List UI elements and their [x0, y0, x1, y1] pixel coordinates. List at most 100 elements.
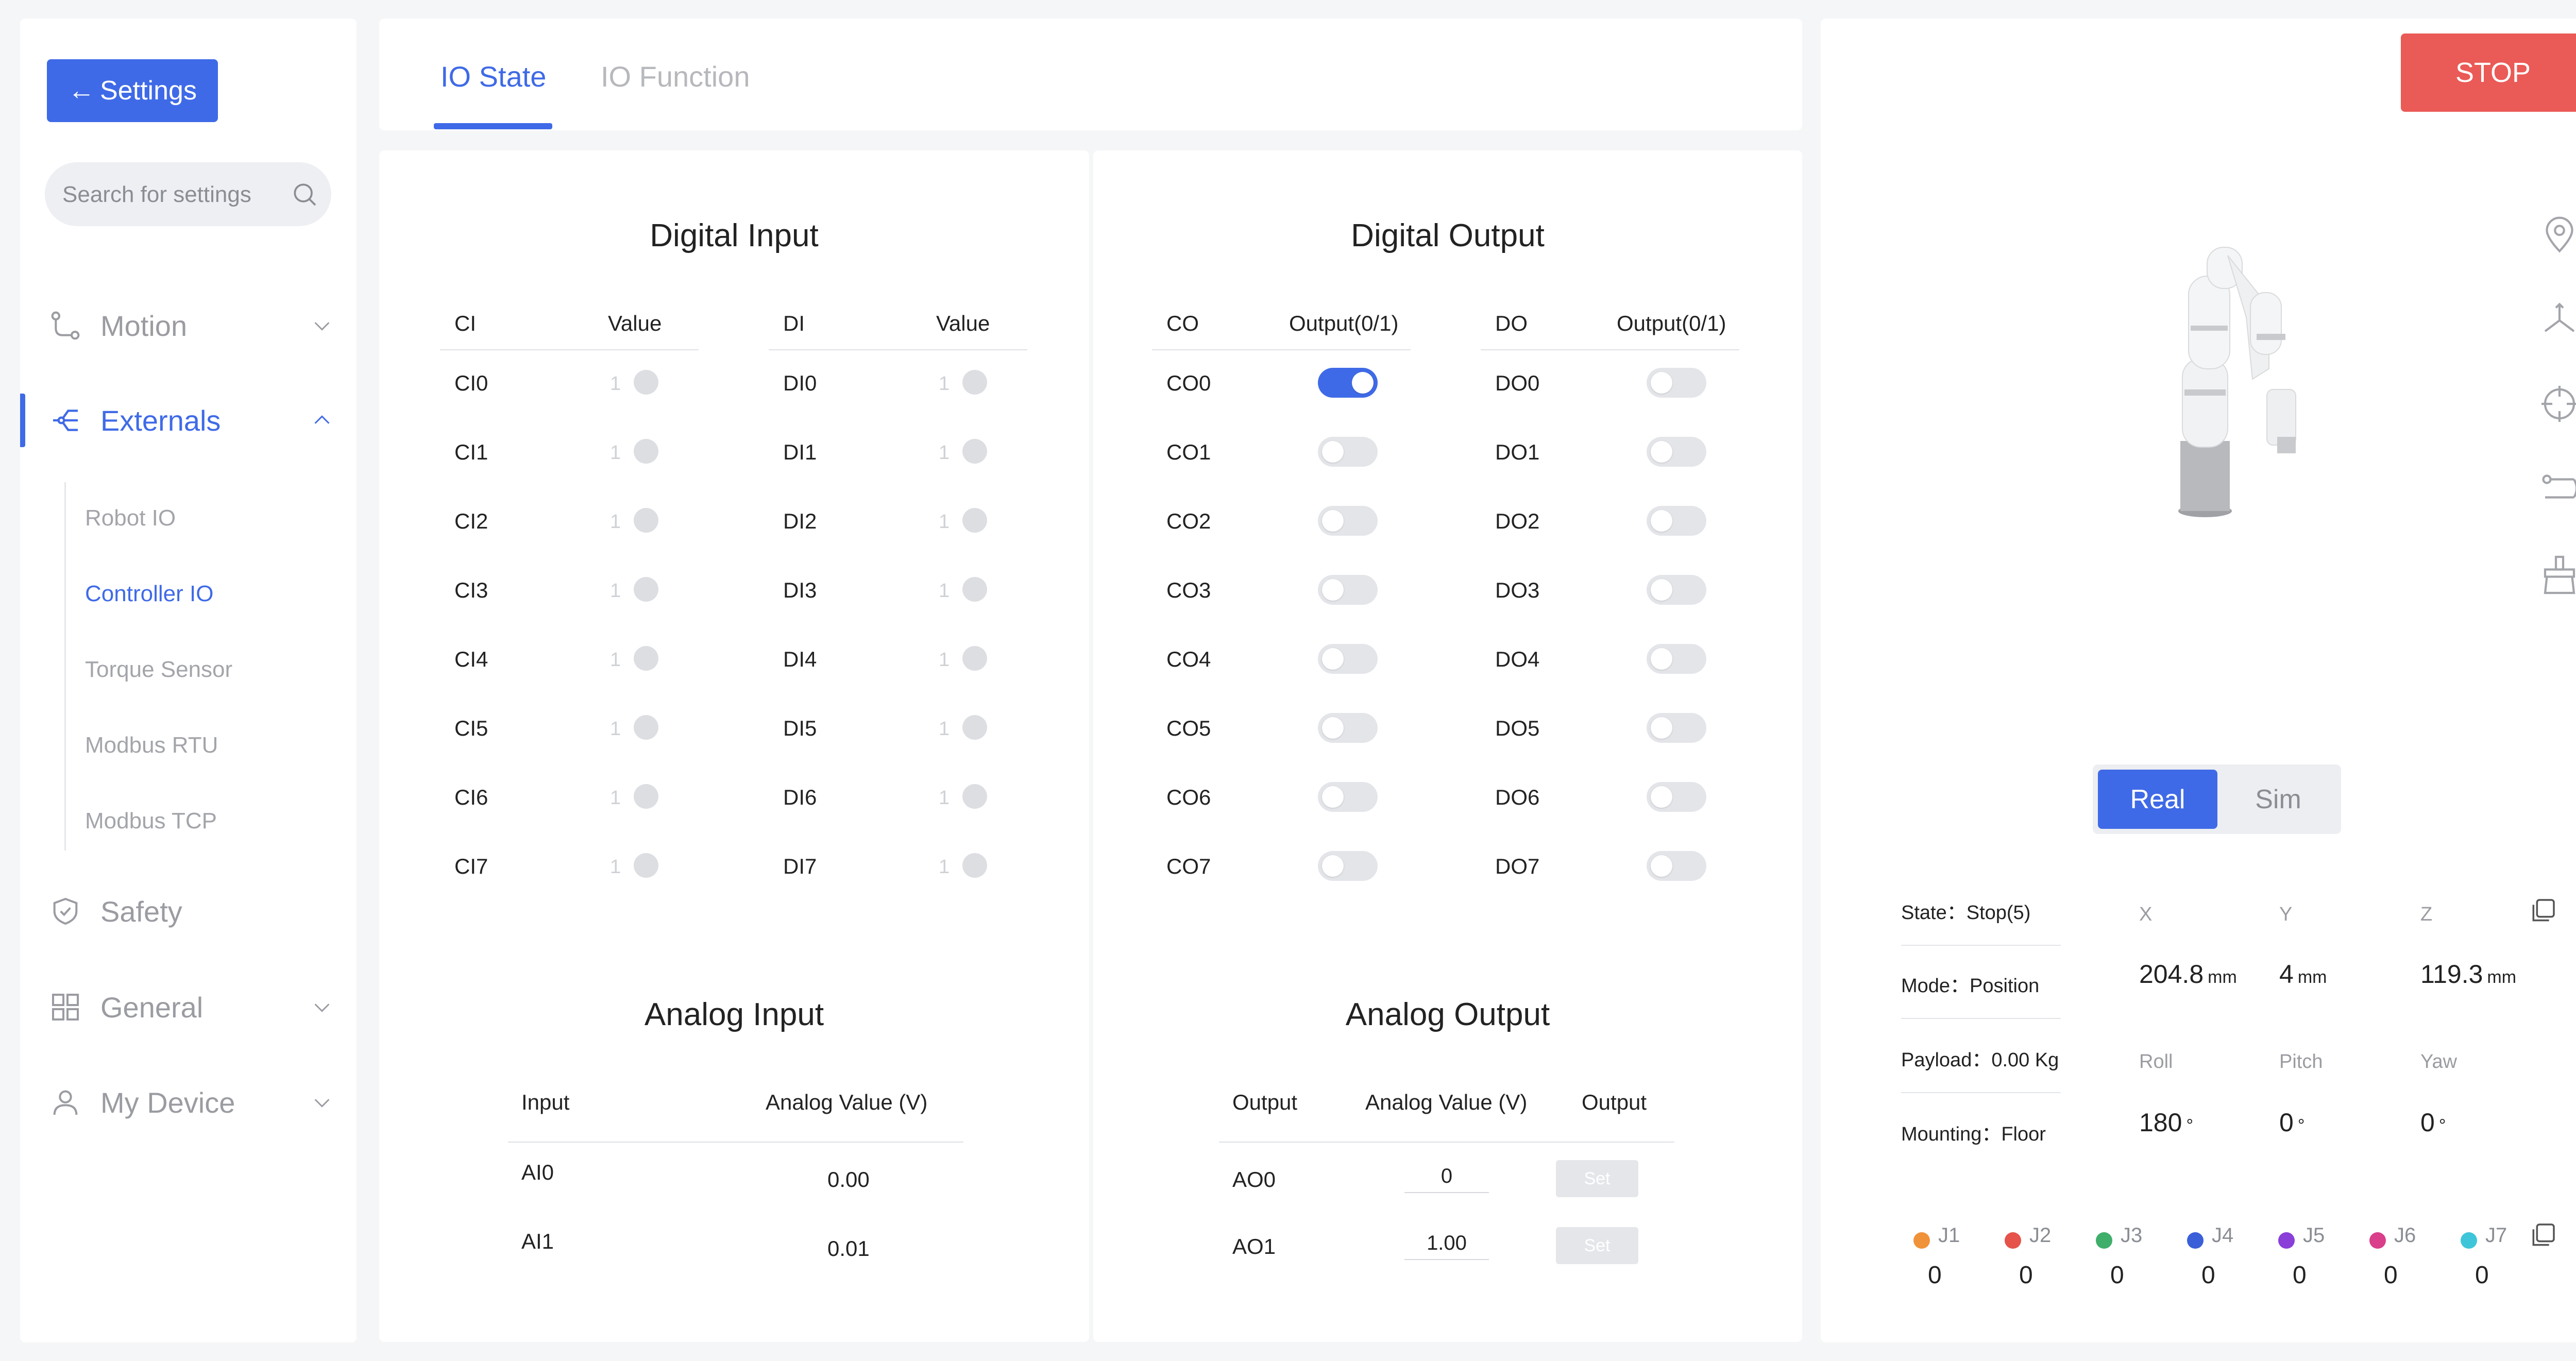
co-toggle[interactable]: [1318, 368, 1378, 398]
joint-value: 0: [2019, 1262, 2033, 1289]
yaw-value: 0 °: [2420, 1108, 2446, 1137]
joint-color-dot: [2369, 1232, 2386, 1249]
toggle-knob: [1322, 648, 1344, 670]
toggle-knob: [1651, 372, 1672, 394]
di-header: DI: [783, 311, 805, 335]
joint-value: 0: [2293, 1262, 2307, 1289]
ao0-set-button[interactable]: Set: [1556, 1160, 1638, 1197]
subnav-modbus-rtu[interactable]: Modbus RTU: [85, 733, 218, 758]
copy-icon[interactable]: [2529, 896, 2557, 925]
joint-readout: J5 0: [2278, 1224, 2361, 1296]
co-toggle[interactable]: [1318, 713, 1378, 743]
sim-mode-button[interactable]: Sim: [2221, 770, 2336, 829]
tab-io-state[interactable]: IO State: [440, 60, 546, 93]
joint-value: 0: [2475, 1262, 2489, 1289]
nav-externals[interactable]: Externals: [20, 395, 357, 446]
do-toggle[interactable]: [1647, 851, 1706, 881]
co-toggle[interactable]: [1318, 437, 1378, 467]
ao0-value-input[interactable]: [1404, 1160, 1489, 1193]
ci-row-label: CI2: [454, 509, 488, 533]
stop-button[interactable]: STOP: [2401, 33, 2576, 112]
joint-readout: J1 0: [1913, 1224, 1996, 1296]
digital-input-title: Digital Input: [650, 218, 819, 253]
co-toggle[interactable]: [1318, 575, 1378, 605]
toggle-knob: [1322, 510, 1344, 532]
pitch-value: 0 °: [2279, 1108, 2305, 1137]
location-pin-icon[interactable]: [2538, 213, 2576, 257]
di-status-led: [962, 715, 987, 740]
do-toggle[interactable]: [1647, 506, 1706, 536]
y-unit: mm: [2297, 967, 2327, 987]
brush-icon[interactable]: [2538, 553, 2576, 597]
di-status-led: [962, 853, 987, 878]
settings-sidebar: ← Settings Motion Externals: [20, 19, 357, 1342]
tab-io-function[interactable]: IO Function: [601, 60, 750, 93]
subnav-divider: [64, 482, 66, 850]
back-settings-button[interactable]: ← Settings: [47, 59, 218, 122]
yaw-unit: °: [2438, 1116, 2446, 1135]
x-value: 204.8 mm: [2139, 960, 2237, 989]
toggle-knob: [1651, 717, 1672, 739]
ci-value-text: 1: [610, 649, 621, 671]
copy-icon[interactable]: [2529, 1221, 2557, 1250]
ao1-value-input[interactable]: [1404, 1227, 1489, 1260]
crosshair-icon[interactable]: [2538, 382, 2576, 426]
do-toggle[interactable]: [1647, 782, 1706, 812]
toggle-knob: [1322, 579, 1344, 601]
co-row-label: CO3: [1166, 578, 1211, 602]
chevron-up-icon: [314, 415, 330, 424]
di-value-text: 1: [939, 580, 950, 602]
do-toggle[interactable]: [1647, 437, 1706, 467]
ci-value-text: 1: [610, 580, 621, 602]
y-label: Y: [2279, 904, 2293, 925]
do-toggle[interactable]: [1647, 713, 1706, 743]
search-icon[interactable]: [290, 180, 319, 209]
info-divider: [1901, 1018, 2061, 1019]
joint-name: J7: [2485, 1224, 2507, 1247]
subnav-modbus-tcp[interactable]: Modbus TCP: [85, 808, 217, 834]
axes-icon[interactable]: [2538, 299, 2576, 342]
yaw-label: Yaw: [2420, 1051, 2458, 1073]
subnav-torque-sensor[interactable]: Torque Sensor: [85, 657, 232, 683]
grid-icon: [52, 994, 79, 1020]
ci-value-text: 1: [610, 511, 621, 533]
nav-motion[interactable]: Motion: [20, 300, 357, 351]
nav-general[interactable]: General: [20, 981, 357, 1033]
robot-arm-image: [2178, 247, 2296, 517]
payload-info: Payload：0.00 Kg: [1901, 1049, 2059, 1071]
do-toggle[interactable]: [1647, 575, 1706, 605]
path-icon[interactable]: [2538, 467, 2576, 510]
co-toggle[interactable]: [1318, 644, 1378, 674]
joint-name: J2: [2029, 1224, 2052, 1247]
di-value-text: 1: [939, 787, 950, 809]
toggle-knob: [1651, 855, 1672, 877]
nav-my-device[interactable]: My Device: [20, 1077, 357, 1128]
z-unit: mm: [2487, 967, 2517, 987]
subnav-robot-io[interactable]: Robot IO: [85, 505, 176, 531]
subnav-controller-io[interactable]: Controller IO: [85, 581, 213, 607]
ao1-set-button[interactable]: Set: [1556, 1227, 1638, 1264]
joint-color-dot: [2278, 1232, 2295, 1249]
real-mode-button[interactable]: Real: [2098, 770, 2217, 829]
mode-info: Mode：Position: [1901, 975, 2040, 997]
ci-row-label: CI4: [454, 647, 488, 671]
ai-value-header: Analog Value (V): [766, 1090, 928, 1114]
search-input[interactable]: [61, 162, 285, 227]
co-toggle[interactable]: [1318, 851, 1378, 881]
ao-output2-header: Output: [1582, 1090, 1647, 1114]
do-toggle[interactable]: [1647, 368, 1706, 398]
joint-value: 0: [2201, 1262, 2215, 1289]
nav-safety[interactable]: Safety: [20, 886, 357, 937]
do-toggle[interactable]: [1647, 644, 1706, 674]
joint-name: J4: [2212, 1224, 2234, 1247]
ai-input-header: Input: [521, 1090, 570, 1114]
ci-status-led: [634, 577, 658, 602]
nav-label-safety: Safety: [100, 895, 182, 928]
co-toggle[interactable]: [1318, 782, 1378, 812]
co-toggle[interactable]: [1318, 506, 1378, 536]
ci-row-label: CI6: [454, 785, 488, 809]
ci-row-label: CI1: [454, 440, 488, 464]
di-status-led: [962, 784, 987, 809]
roll-label: Roll: [2139, 1051, 2173, 1073]
ci-status-led: [634, 439, 658, 464]
